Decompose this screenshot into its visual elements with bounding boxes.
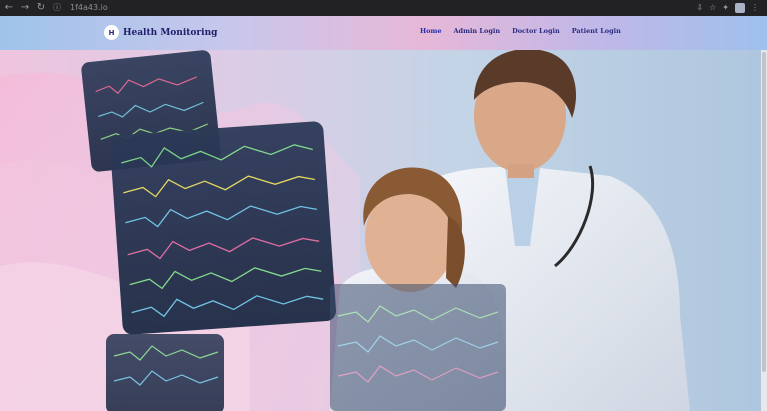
- monitor-panel-bottom: [106, 334, 224, 411]
- site-info-icon[interactable]: ⓘ: [50, 0, 64, 16]
- brand[interactable]: H Health Monitoring: [104, 25, 217, 40]
- menu-icon[interactable]: ⋮: [751, 0, 759, 16]
- extensions-icon[interactable]: ✦: [722, 0, 729, 16]
- forward-arrow-icon[interactable]: →: [18, 0, 32, 16]
- top-navbar: H Health Monitoring Home Admin Login Doc…: [0, 16, 767, 50]
- monitor-panel-main: [109, 121, 337, 335]
- address-bar[interactable]: 1f4a43.io: [70, 0, 108, 16]
- nav-menu: Home Admin Login Doctor Login Patient Lo…: [420, 27, 621, 35]
- nav-admin-login[interactable]: Admin Login: [454, 27, 501, 35]
- nav-patient-login[interactable]: Patient Login: [572, 27, 621, 35]
- profile-avatar[interactable]: [735, 3, 745, 13]
- nav-home[interactable]: Home: [420, 27, 442, 35]
- monitor-panel-overlay: [330, 284, 506, 411]
- hero-image: [0, 16, 767, 411]
- brand-name[interactable]: Health Monitoring: [123, 28, 217, 38]
- page: H Health Monitoring Home Admin Login Doc…: [0, 16, 767, 411]
- scrollbar-thumb[interactable]: [762, 52, 766, 372]
- brand-logo[interactable]: H: [104, 25, 119, 40]
- star-icon[interactable]: ☆: [709, 0, 716, 16]
- browser-toolbar: ← → ↻ ⓘ 1f4a43.io ⇩ ☆ ✦ ⋮: [0, 0, 767, 16]
- back-arrow-icon[interactable]: ←: [2, 0, 16, 16]
- reload-icon[interactable]: ↻: [34, 0, 48, 16]
- page-scrollbar[interactable]: [761, 50, 767, 411]
- nav-doctor-login[interactable]: Doctor Login: [512, 27, 560, 35]
- download-icon[interactable]: ⇩: [696, 0, 703, 16]
